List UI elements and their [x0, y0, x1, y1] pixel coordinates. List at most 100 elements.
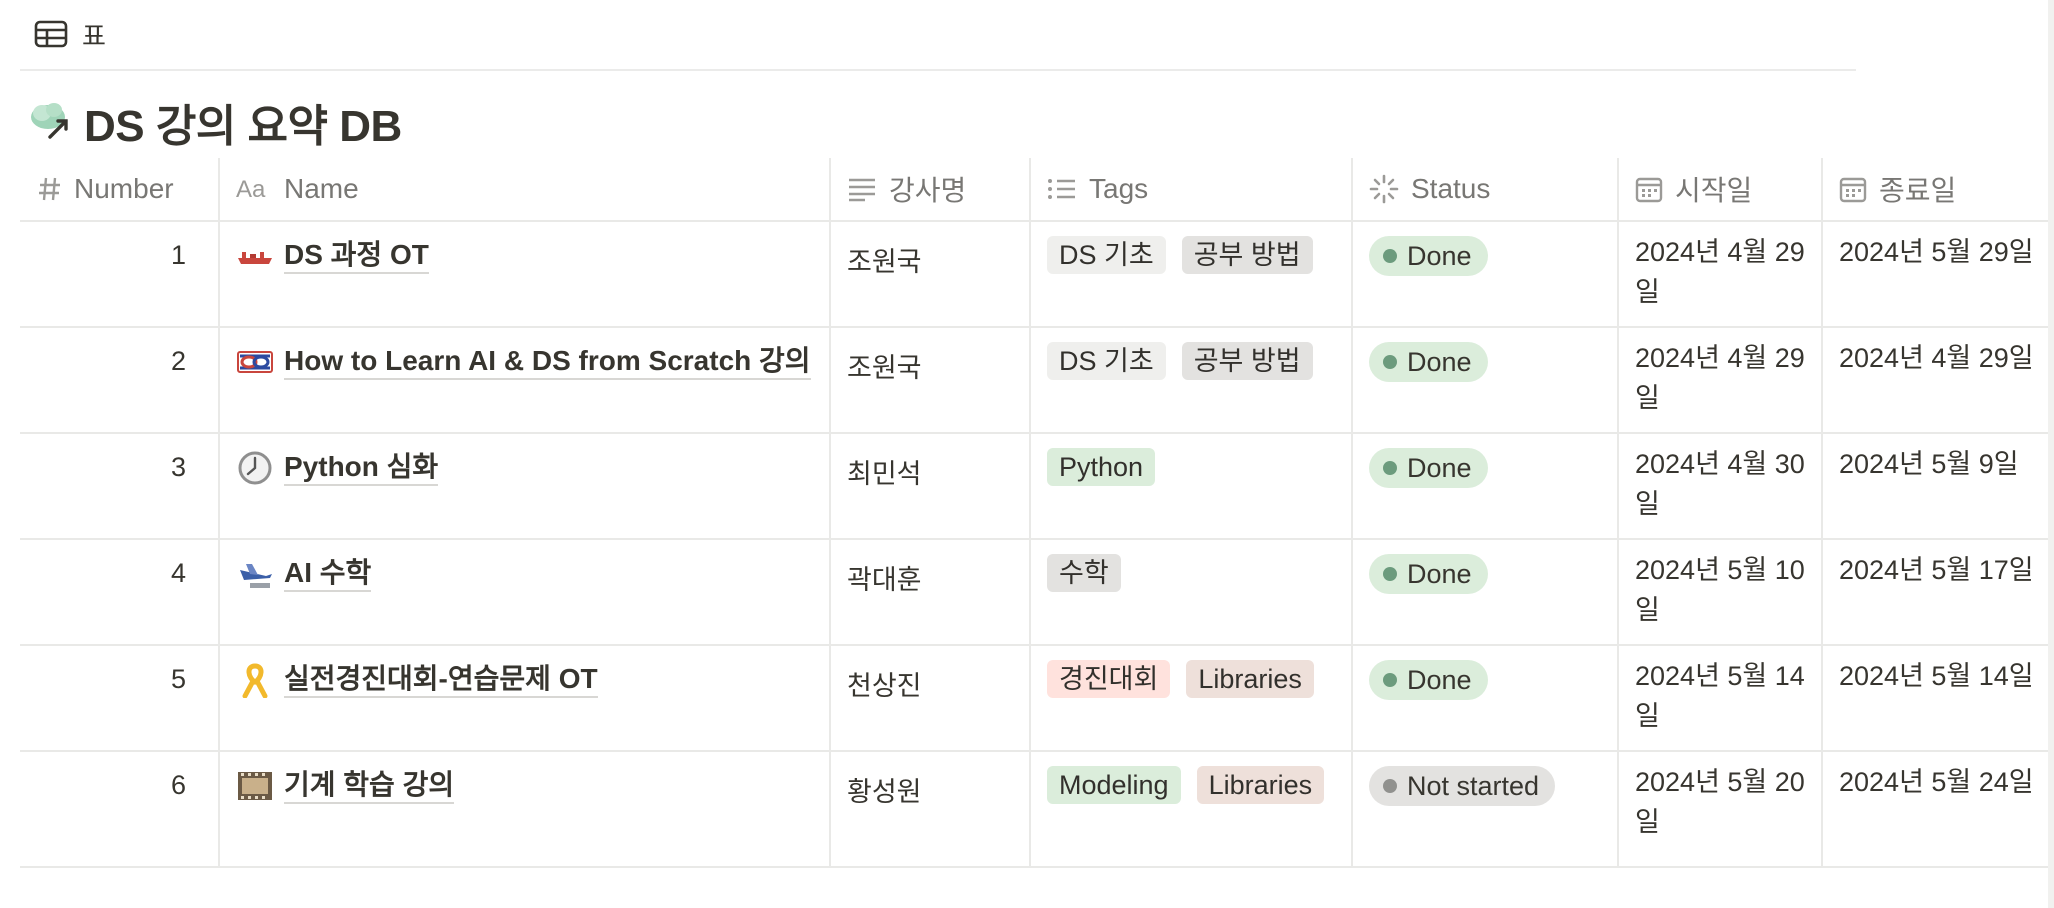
calendar-icon	[1635, 175, 1663, 203]
tags-cell[interactable]: DS 기초 공부 방법	[1031, 328, 1353, 432]
page-link[interactable]: DS 과정 OT	[284, 238, 429, 274]
page-link[interactable]: 실전경진대회-연습문제 OT	[284, 662, 598, 698]
column-header-end-date[interactable]: 종료일	[1823, 158, 2054, 220]
tags-cell[interactable]: 수학	[1031, 540, 1353, 644]
status-cell[interactable]: Done	[1353, 328, 1619, 432]
scrollbar[interactable]	[2048, 0, 2054, 908]
number-cell[interactable]: 5	[20, 646, 220, 750]
tag-chip: Libraries	[1186, 660, 1314, 698]
end-date-cell[interactable]: 2024년 5월 14일	[1823, 646, 2054, 750]
column-header-name[interactable]: Aa Name	[220, 158, 831, 220]
start-date-cell[interactable]: 2024년 4월 30일	[1619, 434, 1823, 538]
number-cell[interactable]: 6	[20, 752, 220, 866]
page-link[interactable]: 기계 학습 강의	[284, 768, 455, 804]
red-boat-icon[interactable]	[236, 238, 274, 274]
status-cell[interactable]: Done	[1353, 222, 1619, 326]
end-date-cell[interactable]: 2024년 5월 29일	[1823, 222, 2054, 326]
name-cell[interactable]: AI 수학	[220, 540, 831, 644]
status-badge: Done	[1369, 236, 1488, 276]
end-date: 2024년 5월 14일	[1839, 661, 2034, 691]
end-date-cell[interactable]: 2024년 5월 24일	[1823, 752, 2054, 866]
status-cell[interactable]: Done	[1353, 540, 1619, 644]
end-date-cell[interactable]: 2024년 5월 17일	[1823, 540, 2054, 644]
column-header-tags[interactable]: Tags	[1031, 158, 1353, 220]
start-date-cell[interactable]: 2024년 5월 10일	[1619, 540, 1823, 644]
view-divider	[20, 69, 1856, 71]
number-cell[interactable]: 2	[20, 328, 220, 432]
instructor-name: 조원국	[847, 353, 922, 383]
column-header-instructor[interactable]: 강사명	[831, 158, 1031, 220]
instructor-cell[interactable]: 곽대훈	[831, 540, 1031, 644]
title-property-icon: Aa	[236, 175, 272, 203]
table-row[interactable]: 2 How to Learn AI & DS from Scratch 강의 조…	[20, 328, 2054, 434]
name-cell[interactable]: How to Learn AI & DS from Scratch 강의	[220, 328, 831, 432]
status-cell[interactable]: Not started	[1353, 752, 1619, 866]
status-badge: Done	[1369, 448, 1488, 488]
end-date-cell[interactable]: 2024년 5월 9일	[1823, 434, 2054, 538]
table-row[interactable]: 6 기계 학습 강의 황성원 Modeling Libraries Not sta…	[20, 752, 2054, 868]
status-cell[interactable]: Done	[1353, 434, 1619, 538]
start-date-cell[interactable]: 2024년 5월 20일	[1619, 752, 1823, 866]
instructor-cell[interactable]: 황성원	[831, 752, 1031, 866]
table-row[interactable]: 1 DS 과정 OT 조원국 DS 기초 공부 방법 Done 2024년 4월 …	[20, 222, 2054, 328]
view-tab-table[interactable]: 표	[34, 14, 106, 54]
page-title: DS 강의 요약 DB	[84, 102, 402, 151]
start-date: 2024년 4월 29일	[1635, 343, 1805, 413]
column-header-number[interactable]: Number	[20, 158, 220, 220]
status-badge: Done	[1369, 342, 1488, 382]
tags-cell[interactable]: Modeling Libraries	[1031, 752, 1353, 866]
instructor-name: 황성원	[847, 777, 922, 807]
ribbon-icon[interactable]	[236, 662, 274, 698]
start-date-cell[interactable]: 2024년 5월 14일	[1619, 646, 1823, 750]
start-date-cell[interactable]: 2024년 4월 29일	[1619, 222, 1823, 326]
column-label: 종료일	[1879, 175, 1957, 206]
row-number: 2	[170, 346, 186, 376]
table-header: Number Aa Name 강사명 Tags Status 시작일 종료일	[20, 158, 2054, 222]
page-link[interactable]: How to Learn AI & DS from Scratch 강의	[284, 344, 811, 380]
row-number: 4	[170, 558, 186, 588]
status-badge: Done	[1369, 660, 1488, 700]
airplane-icon[interactable]	[236, 556, 274, 592]
name-cell[interactable]: 실전경진대회-연습문제 OT	[220, 646, 831, 750]
start-date-cell[interactable]: 2024년 4월 29일	[1619, 328, 1823, 432]
tag-chip: DS 기초	[1047, 342, 1166, 380]
number-cell[interactable]: 4	[20, 540, 220, 644]
name-cell[interactable]: DS 과정 OT	[220, 222, 831, 326]
number-cell[interactable]: 1	[20, 222, 220, 326]
clock-icon[interactable]	[236, 450, 274, 486]
number-cell[interactable]: 3	[20, 434, 220, 538]
tag-chip: 경진대회	[1047, 660, 1171, 698]
tags-cell[interactable]: Python	[1031, 434, 1353, 538]
status-label: Done	[1407, 665, 1472, 695]
row-number: 1	[170, 240, 186, 270]
table-row[interactable]: 3 Python 심화 최민석 Python Done 2024년 4월 30일	[20, 434, 2054, 540]
status-label: Done	[1407, 241, 1472, 271]
flag-knot-icon[interactable]	[236, 344, 274, 380]
start-date: 2024년 4월 30일	[1635, 449, 1805, 519]
page-link[interactable]: Python 심화	[284, 450, 439, 486]
tags-cell[interactable]: 경진대회 Libraries	[1031, 646, 1353, 750]
database-title[interactable]: DS 강의 요약 DB	[28, 92, 402, 152]
tags-cell[interactable]: DS 기초 공부 방법	[1031, 222, 1353, 326]
table-row[interactable]: 5 실전경진대회-연습문제 OT 천상진 경진대회 Libraries Done …	[20, 646, 2054, 752]
column-header-start-date[interactable]: 시작일	[1619, 158, 1823, 220]
end-date-cell[interactable]: 2024년 4월 29일	[1823, 328, 2054, 432]
status-cell[interactable]: Done	[1353, 646, 1619, 750]
instructor-cell[interactable]: 조원국	[831, 328, 1031, 432]
instructor-name: 최민석	[847, 459, 922, 489]
table-row[interactable]: 4 AI 수학 곽대훈 수학 Done 2024년 5월 10일 2024년 5…	[20, 540, 2054, 646]
end-date: 2024년 5월 24일	[1839, 767, 2034, 797]
column-header-status[interactable]: Status	[1353, 158, 1619, 220]
instructor-cell[interactable]: 최민석	[831, 434, 1031, 538]
film-icon[interactable]	[236, 768, 274, 804]
name-cell[interactable]: Python 심화	[220, 434, 831, 538]
column-label: Number	[74, 173, 174, 204]
instructor-cell[interactable]: 조원국	[831, 222, 1031, 326]
name-cell[interactable]: 기계 학습 강의	[220, 752, 831, 866]
tag-chip: Python	[1047, 448, 1156, 486]
cloud-link-icon	[28, 97, 74, 148]
row-number: 5	[170, 664, 186, 694]
page-link[interactable]: AI 수학	[284, 556, 372, 592]
table: Number Aa Name 강사명 Tags Status 시작일 종료일 1…	[20, 158, 2054, 868]
instructor-cell[interactable]: 천상진	[831, 646, 1031, 750]
